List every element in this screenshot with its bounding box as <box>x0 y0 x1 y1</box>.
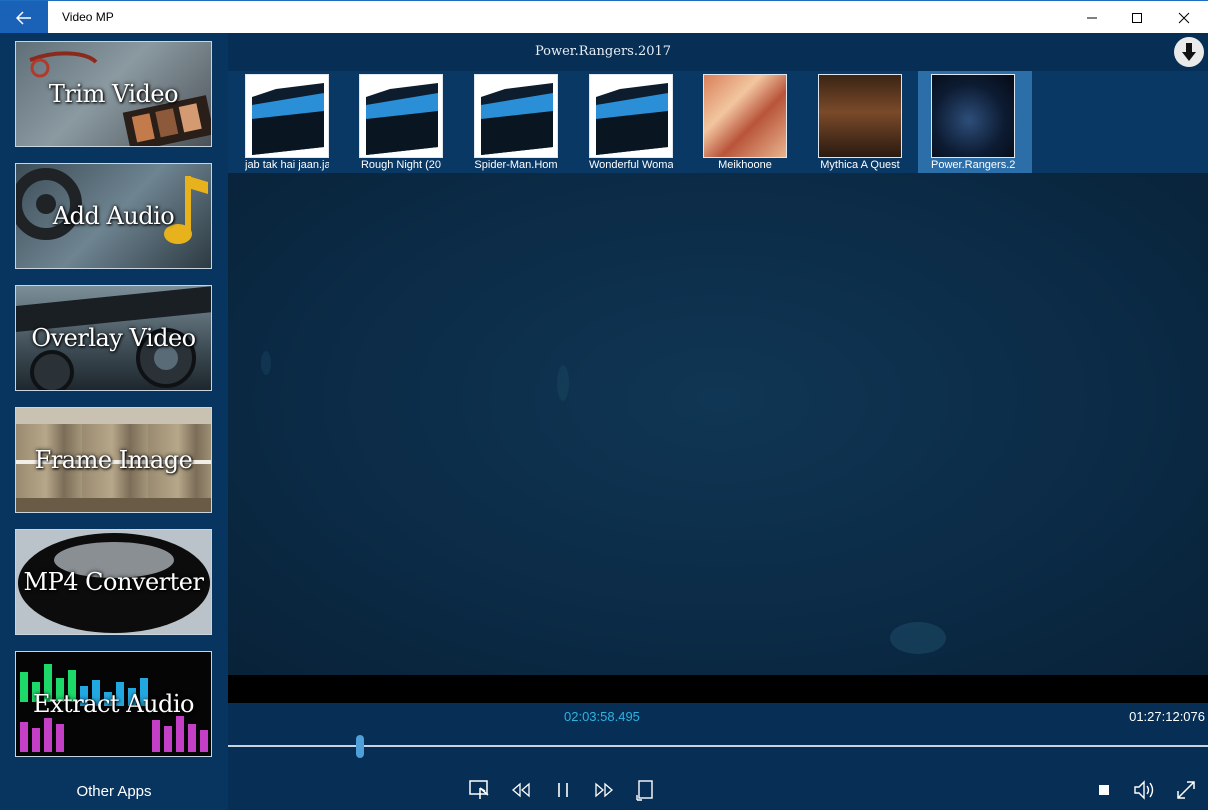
trim-video-tile[interactable]: Trim Video <box>15 41 212 147</box>
playlist-item-name: Spider-Man.Hom <box>474 159 558 171</box>
stop-icon <box>1099 785 1109 795</box>
tile-label: Overlay Video <box>31 324 196 352</box>
folder-icon <box>474 74 558 158</box>
movie-poster <box>931 74 1015 158</box>
pause-button[interactable] <box>550 777 576 803</box>
playlist-item-name: Wonderful Woma <box>589 159 673 171</box>
rotate-button[interactable] <box>632 777 658 803</box>
playlist-item-selected[interactable]: Power.Rangers.2( <box>918 71 1032 173</box>
total-time: 01:27:12:076 <box>1129 709 1205 724</box>
download-button[interactable] <box>1174 37 1204 67</box>
fullscreen-button[interactable] <box>1173 777 1199 803</box>
folder-icon <box>589 74 673 158</box>
minimize-icon <box>1086 17 1097 18</box>
other-apps-link[interactable]: Other Apps <box>0 783 228 800</box>
overlay-video-tile[interactable]: Overlay Video <box>15 285 212 391</box>
folder-icon <box>359 74 443 158</box>
stop-button[interactable] <box>1091 777 1117 803</box>
movie-poster <box>703 74 787 158</box>
tile-label: Trim Video <box>48 80 179 108</box>
fullscreen-icon <box>1177 781 1195 799</box>
mp4-converter-tile[interactable]: MP4 Converter <box>15 529 212 635</box>
back-button[interactable] <box>0 1 48 34</box>
playlist-item-name: Rough Night (20 <box>360 159 442 171</box>
volume-icon <box>1134 780 1154 800</box>
fast-forward-icon <box>595 782 613 798</box>
back-arrow-icon <box>16 10 31 25</box>
rotate-icon <box>636 780 653 801</box>
seek-handle[interactable] <box>356 735 364 758</box>
app-title: Video MP <box>62 10 114 24</box>
video-letterbox <box>228 675 1208 703</box>
maximize-icon <box>1131 12 1142 23</box>
playlist-item[interactable]: Rough Night (20 <box>346 71 460 173</box>
frame-image-tile[interactable]: Frame Image <box>15 407 212 513</box>
screenshot-button[interactable] <box>467 777 493 803</box>
playlist-strip: jab tak hai jaan.ja Rough Night (20 Spid… <box>228 71 1208 173</box>
seek-bar[interactable] <box>228 745 1208 747</box>
playlist-item[interactable]: Meikhoone <box>690 71 804 173</box>
tile-label: Add Audio <box>52 202 175 230</box>
maximize-button[interactable] <box>1114 1 1159 34</box>
rewind-icon <box>512 782 530 798</box>
player-area: Power.Rangers.2017 jab tak hai jaan.ja R… <box>228 33 1208 810</box>
minimize-button[interactable] <box>1069 1 1114 34</box>
rewind-button[interactable] <box>508 777 534 803</box>
folder-icon <box>245 74 329 158</box>
close-icon <box>1178 12 1189 23</box>
playlist-item[interactable]: Mythica A Quest <box>805 71 919 173</box>
title-bar: Video MP <box>0 0 1208 34</box>
playlist-item[interactable]: Wonderful Woma <box>576 71 690 173</box>
movie-poster <box>818 74 902 158</box>
close-button[interactable] <box>1161 1 1206 34</box>
video-frame <box>261 351 946 654</box>
video-viewport[interactable] <box>228 173 1208 675</box>
volume-button[interactable] <box>1132 777 1158 803</box>
current-time: 02:03:58.495 <box>564 709 640 724</box>
tile-label: Frame Image <box>34 446 193 474</box>
tile-label: Extract Audio <box>33 690 194 718</box>
playlist-item-name: Mythica A Quest <box>820 159 900 171</box>
download-icon <box>1182 43 1196 61</box>
playlist-item[interactable]: jab tak hai jaan.ja <box>232 71 346 173</box>
now-playing-title: Power.Rangers.2017 <box>534 44 672 59</box>
fast-forward-button[interactable] <box>591 777 617 803</box>
playlist-item-name: jab tak hai jaan.ja <box>245 159 329 171</box>
playlist-item-name: Power.Rangers.2( <box>931 159 1015 171</box>
add-audio-tile[interactable]: Add Audio <box>15 163 212 269</box>
extract-audio-tile[interactable]: Extract Audio <box>15 651 212 757</box>
tile-label: MP4 Converter <box>23 568 204 596</box>
playlist-item[interactable]: Spider-Man.Hom <box>461 71 575 173</box>
playlist-item-name: Meikhoone <box>718 159 772 171</box>
sidebar: Trim Video Add Audio Overlay Video Frame… <box>0 33 228 810</box>
pause-icon <box>558 783 568 797</box>
screenshot-icon <box>469 780 489 799</box>
